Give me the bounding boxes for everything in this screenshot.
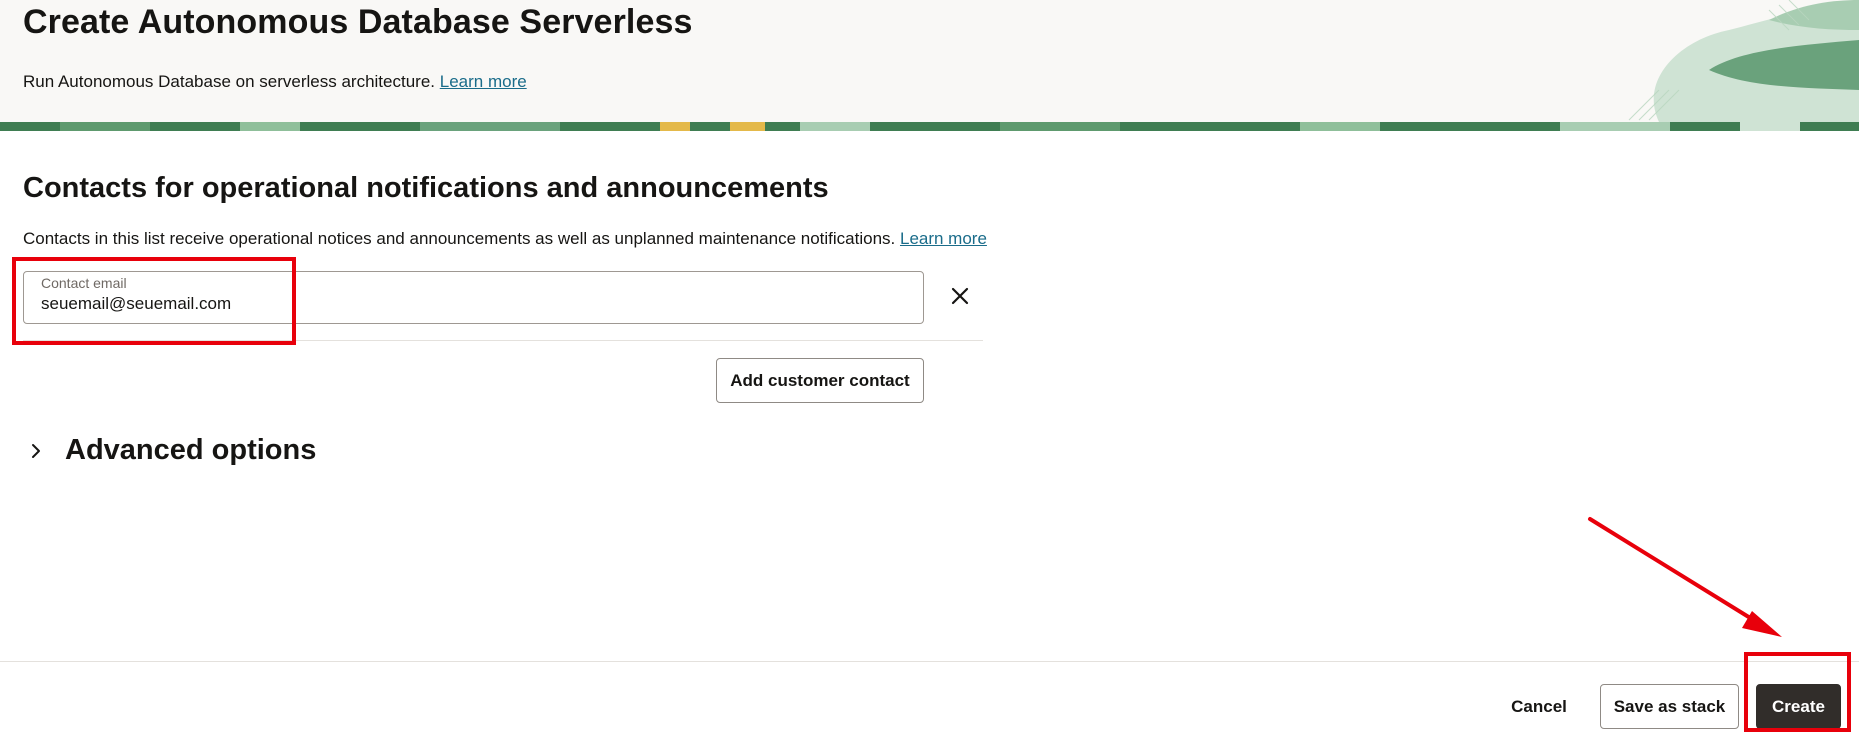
chevron-right-icon bbox=[26, 441, 46, 461]
page-footer: Cancel Save as stack Create bbox=[0, 661, 1859, 738]
contact-email-label: Contact email bbox=[41, 275, 127, 291]
page-header: Create Autonomous Database Serverless Ru… bbox=[0, 0, 1859, 122]
page-subtitle-text: Run Autonomous Database on serverless ar… bbox=[23, 72, 436, 91]
contacts-section-title: Contacts for operational notifications a… bbox=[23, 172, 829, 204]
page-subtitle: Run Autonomous Database on serverless ar… bbox=[23, 72, 527, 92]
advanced-options-label: Advanced options bbox=[65, 434, 317, 466]
header-decorative-band bbox=[0, 122, 1859, 131]
create-button[interactable]: Create bbox=[1756, 684, 1841, 729]
contacts-description-text: Contacts in this list receive operationa… bbox=[23, 229, 896, 248]
save-as-stack-button[interactable]: Save as stack bbox=[1600, 684, 1739, 729]
add-customer-contact-button[interactable]: Add customer contact bbox=[716, 358, 924, 403]
contact-email-field[interactable]: Contact email bbox=[23, 271, 924, 324]
contacts-section-description: Contacts in this list receive operationa… bbox=[23, 229, 987, 249]
contact-email-input[interactable] bbox=[41, 294, 901, 314]
remove-contact-button[interactable] bbox=[944, 280, 976, 312]
close-icon bbox=[951, 287, 969, 305]
page-title: Create Autonomous Database Serverless bbox=[23, 3, 693, 41]
advanced-options-toggle[interactable]: Advanced options bbox=[23, 434, 316, 467]
contacts-learn-more-link[interactable]: Learn more bbox=[900, 229, 987, 248]
header-learn-more-link[interactable]: Learn more bbox=[440, 72, 527, 91]
cancel-button[interactable]: Cancel bbox=[1494, 684, 1584, 729]
header-decoration bbox=[1628, 0, 1859, 122]
contacts-divider bbox=[23, 340, 983, 341]
